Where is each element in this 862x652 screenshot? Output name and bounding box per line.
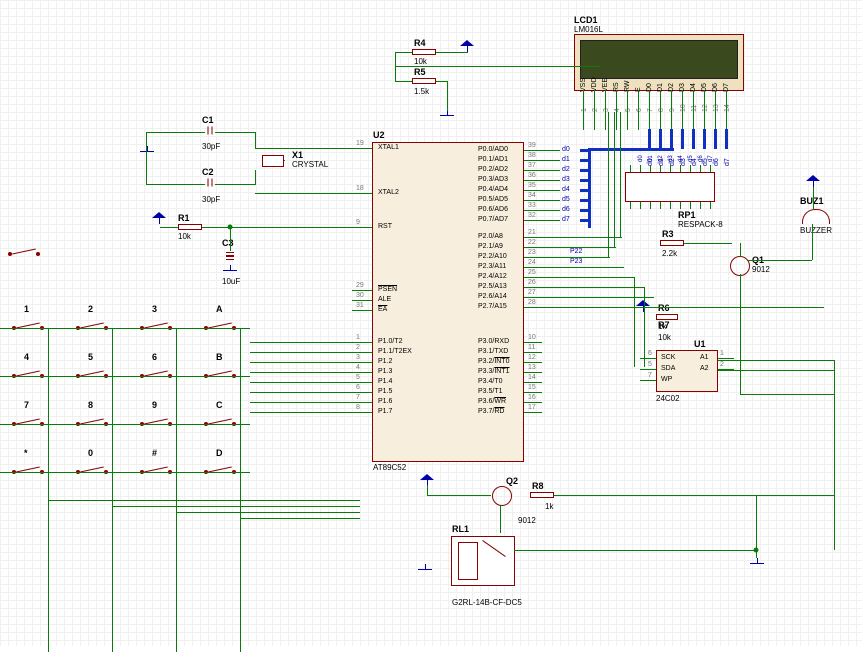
key-label-D: D [216, 448, 223, 458]
key-8[interactable] [70, 412, 114, 430]
r3-val: 2.2k [662, 249, 677, 258]
key-label-1: 1 [24, 304, 29, 314]
vcc-buz [806, 175, 820, 187]
key-B[interactable] [198, 364, 242, 382]
key-label-*: * [24, 448, 28, 458]
key-D[interactable] [198, 460, 242, 478]
u1-ref: U1 [694, 339, 706, 349]
r5 [412, 78, 436, 84]
r5-val: 1.5k [414, 87, 429, 96]
u1-part: 24C02 [656, 394, 680, 403]
respack [625, 172, 715, 202]
vcc-r1 [152, 212, 166, 224]
r8 [530, 492, 554, 498]
r8-ref: R8 [532, 481, 544, 491]
key-label-5: 5 [88, 352, 93, 362]
key-label-7: 7 [24, 400, 29, 410]
key-0[interactable] [70, 460, 114, 478]
key-2[interactable] [70, 316, 114, 334]
r1 [178, 224, 202, 230]
c1 [208, 127, 213, 135]
key-label-C: C [216, 400, 223, 410]
r4-ref: R4 [414, 38, 426, 48]
c3b [226, 255, 234, 260]
rp1-part: RESPACK-8 [678, 220, 723, 229]
key-4[interactable] [6, 364, 50, 382]
key-*[interactable] [6, 460, 50, 478]
key-6[interactable] [134, 364, 178, 382]
databus-arc [670, 129, 673, 151]
q1 [730, 256, 750, 276]
r8-val: 1k [545, 502, 553, 511]
c1-ref: C1 [202, 115, 214, 125]
r4 [412, 49, 436, 55]
rp1-ref: RP1 [678, 210, 696, 220]
lcd-screen [580, 40, 738, 79]
key-label-3: 3 [152, 304, 157, 314]
gnd-c3 [223, 265, 237, 275]
net-p23: P23 [570, 258, 582, 265]
key-#[interactable] [134, 460, 178, 478]
key-label-9: 9 [152, 400, 157, 410]
r3-ref: R3 [662, 229, 674, 239]
rl1-part: G2RL-14B-CF-DC5 [452, 598, 522, 607]
q2-val: 9012 [518, 516, 536, 525]
c2-ref: C2 [202, 167, 214, 177]
c3-ref: C3 [222, 238, 234, 248]
key-5[interactable] [70, 364, 114, 382]
buz-val: BUZZER [800, 226, 832, 235]
r3 [660, 240, 684, 246]
q2-ref: Q2 [506, 476, 518, 486]
gnd-xtal [140, 146, 154, 156]
r1-ref: R1 [178, 213, 190, 223]
r7-ref: R7 [658, 320, 670, 330]
rl1-ref: RL1 [452, 524, 469, 534]
gnd-r5 [440, 110, 454, 120]
key-A[interactable] [198, 316, 242, 334]
u2-ref: U2 [373, 130, 385, 140]
key-label-4: 4 [24, 352, 29, 362]
c3-val: 10uF [222, 277, 240, 286]
databus-v1 [588, 148, 591, 228]
key-7[interactable] [6, 412, 50, 430]
q2 [492, 486, 512, 506]
key-9[interactable] [134, 412, 178, 430]
key-C[interactable] [198, 412, 242, 430]
buz-ref: BUZ1 [800, 196, 824, 206]
databus-h1 [590, 148, 674, 151]
r1-val: 10k [178, 232, 191, 241]
lcd-ref: LCD1 [574, 15, 598, 25]
key-label-0: 0 [88, 448, 93, 458]
c2 [208, 179, 213, 187]
r7-val: 10k [658, 333, 671, 342]
x1-ref: X1 [292, 150, 303, 160]
r5-ref: R5 [414, 67, 426, 77]
u2-part: AT89C52 [373, 463, 406, 472]
net-p22: P22 [570, 248, 582, 255]
key-label-6: 6 [152, 352, 157, 362]
crystal [262, 155, 284, 167]
r4-val: 10k [414, 57, 427, 66]
lcd-part: LM016L [574, 25, 603, 34]
key-3[interactable] [134, 316, 178, 334]
vcc-r4 [460, 40, 474, 52]
c2-val: 30pF [202, 195, 220, 204]
gnd-relay-left [418, 564, 432, 574]
reset-button[interactable] [2, 245, 46, 263]
c1-val: 30pF [202, 142, 220, 151]
key-label-B: B [216, 352, 223, 362]
key-1[interactable] [6, 316, 50, 334]
vcc-eeprom [636, 300, 650, 312]
key-label-#: # [152, 448, 157, 458]
q1-val: 9012 [752, 265, 770, 274]
gnd-main [750, 558, 764, 568]
key-label-A: A [216, 304, 223, 314]
key-label-8: 8 [88, 400, 93, 410]
r6-ref: R6 [658, 303, 670, 313]
key-label-2: 2 [88, 304, 93, 314]
x1-val: CRYSTAL [292, 160, 328, 169]
